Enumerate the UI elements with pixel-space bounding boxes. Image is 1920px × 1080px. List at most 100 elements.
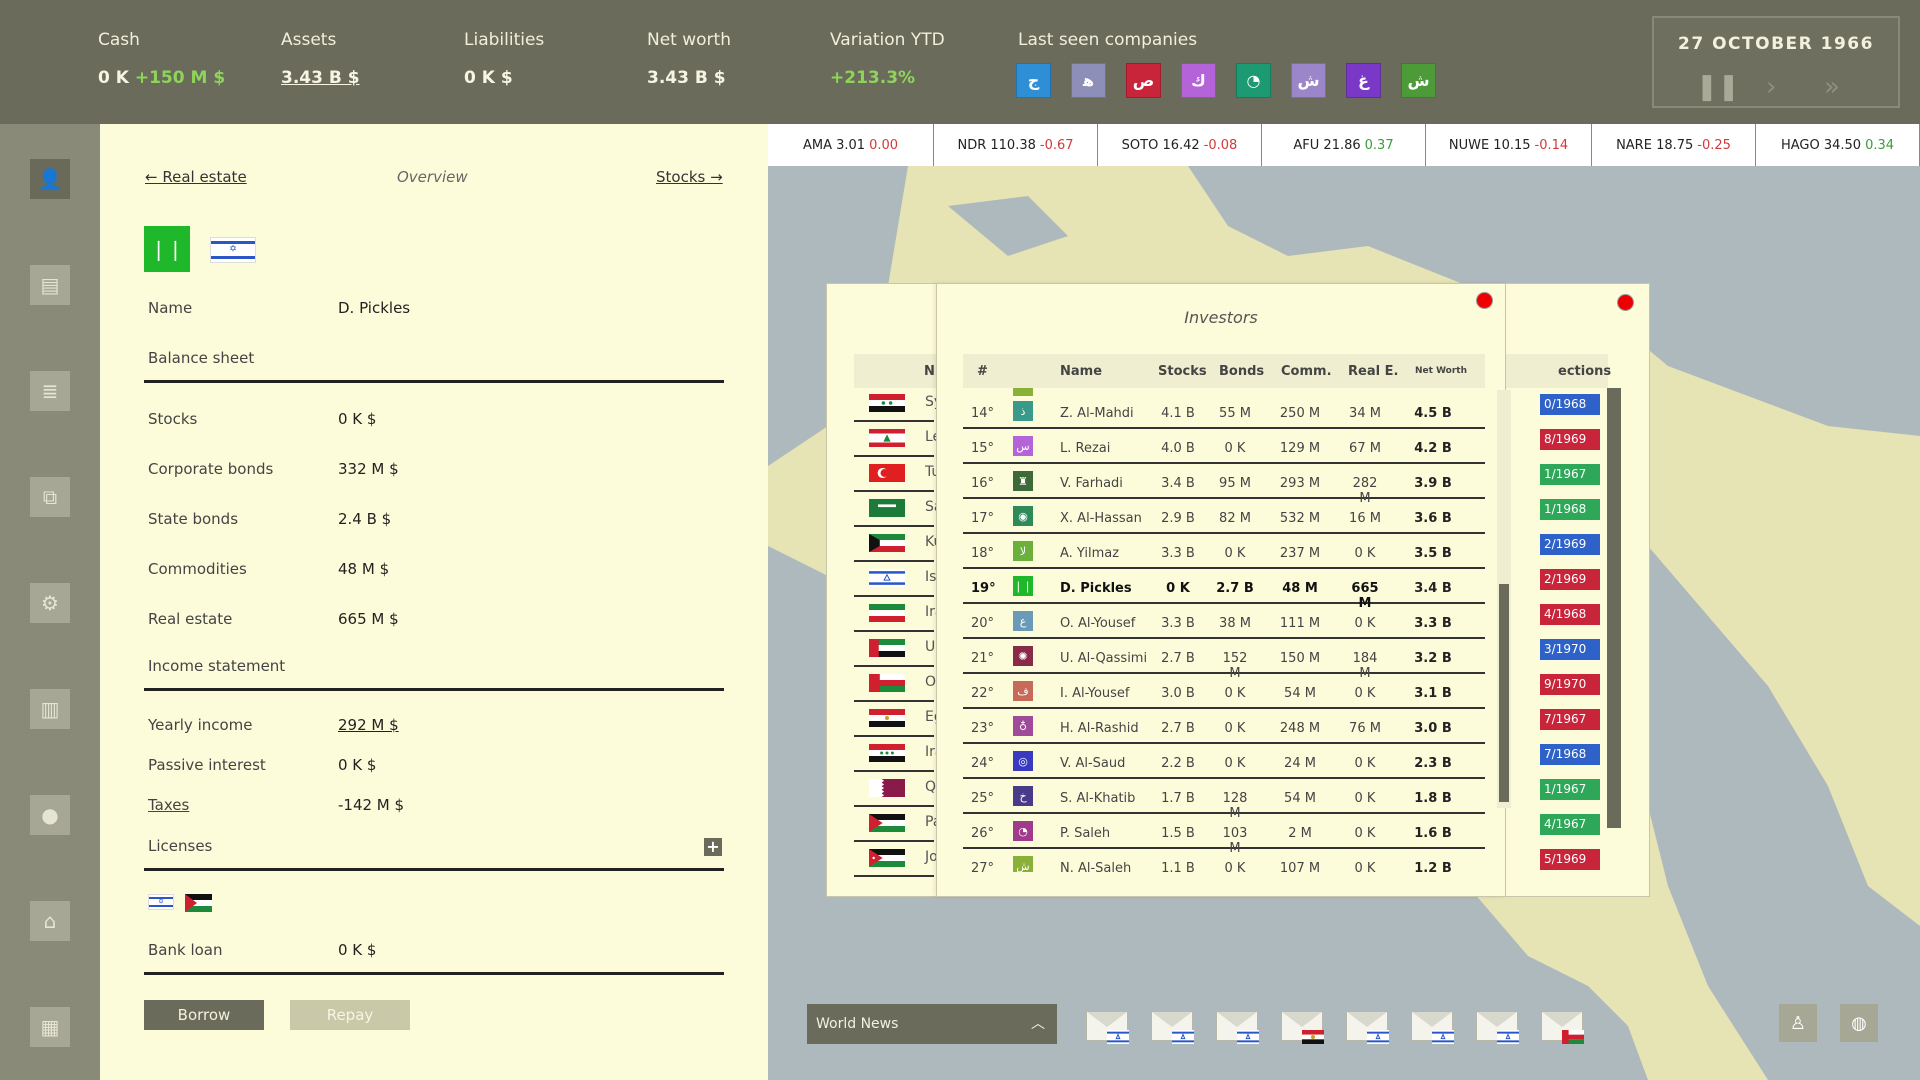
election-date: 5/1969	[1540, 849, 1600, 870]
investor-commodities: 2 M	[1288, 826, 1312, 841]
investor-stocks: 1.5 B	[1161, 826, 1195, 841]
nav-next-stocks[interactable]: Stocks →	[656, 168, 723, 186]
sidebar-documents[interactable]: ▤	[30, 265, 70, 305]
ticker-price: 21.86	[1323, 137, 1361, 153]
investor-row[interactable]: 21° ✺ U. Al-Qassimi 2.7 B 152 M 150 M 184 M 3.2…	[963, 639, 1485, 681]
investor-row[interactable]: 26° ◔ P. Saleh 1.5 B 103 M2 M0 K 1.6 B	[963, 814, 1485, 856]
investor-rank: 17°	[971, 511, 995, 526]
news-envelope-icon[interactable]	[1216, 1011, 1259, 1044]
header-bonds[interactable]: Bonds	[1219, 364, 1264, 379]
news-envelope-icon[interactable]	[1411, 1011, 1454, 1044]
news-envelope-icon[interactable]	[1476, 1011, 1519, 1044]
header-net-worth[interactable]: Net Worth	[1415, 366, 1467, 376]
license-israel-flag-icon: ✡	[148, 894, 174, 910]
ticker-item[interactable]: NARE 18.75 -0.25	[1592, 124, 1756, 166]
person-view-icon[interactable]: ♙	[1779, 1004, 1817, 1042]
sidebar-database[interactable]: ≣	[30, 371, 70, 411]
borrow-button[interactable]: Borrow	[144, 1000, 264, 1030]
passive-interest-value: 0 K $	[338, 756, 377, 774]
investor-row[interactable]: 18° ﻻ A. Yilmaz 3.3 B 0 K 237 M 0 K 3.5 B	[963, 534, 1485, 569]
investor-name: V. Farhadi	[1060, 476, 1123, 491]
ticker-item[interactable]: AMA 3.01 0.00	[768, 124, 934, 166]
investor-row[interactable]: 25° خ S. Al-Khatib 1.7 B 128 M 54 M0 K 1.8 B	[963, 779, 1485, 821]
sidebar-papers[interactable]: ⧉	[30, 477, 70, 517]
header-stocks[interactable]: Stocks	[1158, 364, 1207, 379]
investor-row[interactable]: 14° ذ Z. Al-Mahdi 4.1 B 55 M 250 M 34 M 4.5 B	[963, 394, 1485, 429]
investor-row[interactable]: 16° ♜ V. Farhadi 3.4 B 95 M 293 M 282 M 3.9 B	[963, 464, 1485, 506]
header-real-estate[interactable]: Real E.	[1348, 364, 1398, 379]
assets-value[interactable]: 3.43 B $	[281, 68, 360, 88]
ticker-item[interactable]: NDR 110.38 -0.67	[934, 124, 1098, 166]
header-name[interactable]: Name	[1060, 364, 1102, 379]
investor-commodities: 48 M	[1282, 581, 1318, 596]
investor-real-estate: 76 M	[1349, 721, 1381, 736]
news-envelope-icon[interactable]	[1541, 1011, 1584, 1044]
ticker-item[interactable]: HAGO 34.50 0.34	[1756, 124, 1920, 166]
repay-button[interactable]: Repay	[290, 1000, 410, 1030]
company-icon[interactable]: ص	[1126, 63, 1161, 98]
sidebar-profile[interactable]: 👤	[30, 159, 70, 199]
ticker-item[interactable]: NUWE 10.15 -0.14	[1426, 124, 1592, 166]
chevron-up-icon[interactable]: ︿	[1031, 1013, 1045, 1033]
investor-rank: 14°	[971, 406, 995, 421]
fast-forward-icon[interactable]: »	[1824, 74, 1840, 100]
investor-row[interactable]: 23° ♁ H. Al-Rashid 2.7 B 0 K 248 M 76 M 3.0 B	[963, 709, 1485, 744]
elections-scrollbar[interactable]	[1607, 388, 1621, 828]
nav-overview: Overview	[397, 168, 468, 186]
sidebar-bank[interactable]: ⌂	[30, 901, 70, 941]
nav-prev-real-estate[interactable]: ← Real estate	[145, 168, 247, 186]
world-news-bar[interactable]: World News ︿	[807, 1004, 1057, 1044]
ticker-price: 110.38	[990, 137, 1036, 153]
investor-rank: 16°	[971, 476, 995, 491]
news-envelope-icon[interactable]	[1086, 1011, 1129, 1044]
news-envelope-icon[interactable]	[1281, 1011, 1324, 1044]
investor-stocks: 4.0 B	[1161, 441, 1195, 456]
investors-scroll-thumb[interactable]	[1499, 584, 1509, 802]
company-icon[interactable]: ﻫ	[1071, 63, 1106, 98]
investor-row[interactable]: 17° ◉ X. Al-Hassan 2.9 B 82 M 532 M 16 M 3.6 B	[963, 499, 1485, 534]
company-icon[interactable]: ج	[1016, 63, 1051, 98]
sidebar-oil[interactable]: ●	[30, 795, 70, 835]
company-icon[interactable]: غ	[1346, 63, 1381, 98]
news-envelope-icon[interactable]	[1151, 1011, 1194, 1044]
pause-icon[interactable]: ❚❚	[1696, 74, 1740, 100]
sidebar-buildings[interactable]: ▥	[30, 689, 70, 729]
globe-icon[interactable]: ◍	[1840, 1004, 1878, 1042]
investor-real-estate: 67 M	[1349, 441, 1381, 456]
investor-name: D. Pickles	[1060, 581, 1132, 596]
ticker-item[interactable]: AFU 21.86 0.37	[1262, 124, 1426, 166]
ticker-price: 34.50	[1823, 137, 1862, 153]
ticker-item[interactable]: SOTO 16.42 -0.08	[1098, 124, 1262, 166]
close-investors-button[interactable]	[1476, 292, 1493, 309]
assets-stat[interactable]: Assets 3.43 B $	[281, 30, 360, 88]
header-comm[interactable]: Comm.	[1281, 364, 1332, 379]
company-icon[interactable]: ش	[1401, 63, 1436, 98]
investors-window: Investors # Name Stocks Bonds Comm. Real…	[936, 283, 1511, 897]
sidebar-settings[interactable]: ⚙	[30, 583, 70, 623]
investor-stocks: 1.1 B	[1161, 861, 1195, 872]
election-date: 9/1970	[1540, 674, 1600, 695]
name-value: D. Pickles	[338, 299, 411, 317]
company-icon[interactable]: ك	[1181, 63, 1216, 98]
investor-row[interactable]: 19° ❘❘ D. Pickles 0 K 2.7 B 48 M 665 M 3.4 B	[963, 569, 1485, 611]
company-icon[interactable]: ش	[1291, 63, 1326, 98]
yearly-income-value[interactable]: 292 M $	[338, 716, 399, 734]
close-elections-button[interactable]	[1617, 294, 1634, 311]
investor-row[interactable]: 24° ◎ V. Al-Saud 2.2 B 0 K 24 M 0 K 2.3 B	[963, 744, 1485, 779]
sidebar: 👤 ▤ ≣ ⧉ ⚙ ▥ ● ⌂ ▦	[0, 124, 100, 1080]
investor-row[interactable]: 22° ف I. Al-Yousef 3.0 B 0 K 54 M 0 K 3.1 B	[963, 674, 1485, 709]
investor-row[interactable]: 15° س L. Rezai 4.0 B 0 K 129 M 67 M 4.2 B	[963, 429, 1485, 464]
investor-name: U. Al-Qassimi	[1060, 651, 1148, 666]
play-icon[interactable]: ›	[1766, 74, 1776, 100]
investor-net-worth: 1.8 B	[1414, 791, 1452, 806]
investor-net-worth: 1.2 B	[1414, 861, 1452, 872]
investor-row[interactable]: 27° ش N. Al-Saleh 1.1 B 0 K 107 M 0 K 1.2 B	[963, 849, 1485, 872]
news-envelope-icon[interactable]	[1346, 1011, 1389, 1044]
investor-net-worth: 3.1 B	[1414, 686, 1452, 701]
investor-panel: ← Real estate Overview Stocks → ❘❘ ✡ Nam…	[100, 124, 768, 1080]
investor-row[interactable]: 20° ع O. Al-Yousef 3.3 B 38 M 111 M 0 K 3.3 B	[963, 604, 1485, 639]
add-license-button[interactable]: +	[704, 838, 722, 856]
company-icon[interactable]: ◔	[1236, 63, 1271, 98]
taxes-label[interactable]: Taxes	[148, 796, 189, 814]
sidebar-factory[interactable]: ▦	[30, 1007, 70, 1047]
